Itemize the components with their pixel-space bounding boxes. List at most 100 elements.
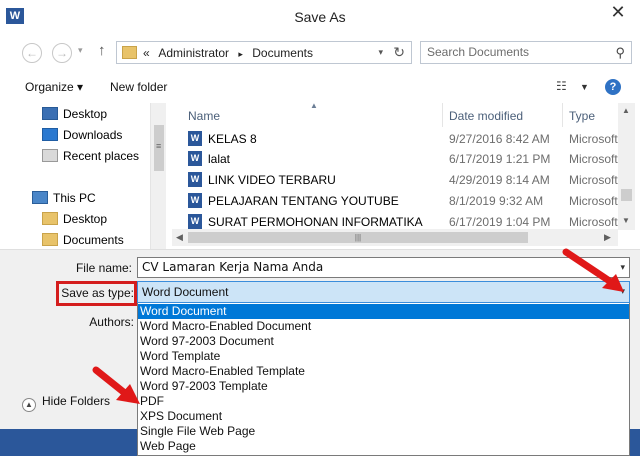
file-row[interactable]: W KELAS 8 9/27/2016 8:42 AM Microsoft: [172, 128, 618, 148]
file-date: 9/27/2016 8:42 AM: [449, 132, 550, 146]
type-option-word-macro-enabled-document[interactable]: Word Macro-Enabled Document: [138, 319, 629, 334]
file-list-vertical-scrollbar[interactable]: ▲ ▼: [618, 103, 635, 230]
column-header-name[interactable]: Name: [188, 103, 220, 127]
type-option-single-file-web-page[interactable]: Single File Web Page: [138, 424, 629, 439]
breadcrumb-administrator[interactable]: Administrator: [158, 46, 229, 60]
type-option-word-97-2003-document[interactable]: Word 97-2003 Document: [138, 334, 629, 349]
address-dropdown-icon[interactable]: ▾: [378, 47, 383, 58]
file-type: Microsoft: [569, 194, 618, 208]
recent-places-icon: [42, 149, 58, 162]
save-as-type-value: Word Document: [142, 285, 229, 299]
nav-item-label: Recent places: [63, 149, 140, 163]
column-divider[interactable]: [562, 103, 563, 127]
nav-pane-scrollbar[interactable]: ≡: [150, 103, 166, 249]
folder-icon: [42, 233, 58, 246]
red-arrow-icon: [92, 366, 140, 404]
type-option-word-template[interactable]: Word Template: [138, 349, 629, 364]
file-name-input[interactable]: [142, 260, 602, 274]
sort-ascending-icon: ▲: [310, 103, 318, 110]
file-date: 6/17/2019 1:04 PM: [449, 215, 551, 229]
taskbar-strip: [0, 429, 137, 456]
word-file-icon: W: [188, 131, 202, 146]
file-name: lalat: [208, 152, 231, 166]
nav-item-label: Documents: [63, 233, 124, 247]
column-header-type[interactable]: Type: [569, 103, 595, 127]
scroll-down-icon[interactable]: ▼: [622, 216, 630, 225]
nav-item-label: This PC: [53, 191, 96, 205]
nav-item-documents[interactable]: Documents: [42, 233, 124, 249]
chevron-up-icon: ▲: [22, 398, 36, 412]
view-options-dropdown[interactable]: ▼: [580, 82, 589, 92]
breadcrumb-separator[interactable]: ▸: [238, 49, 243, 59]
save-as-type-select[interactable]: Word Document ▾: [137, 281, 630, 303]
file-row[interactable]: W PELAJARAN TENTANG YOUTUBE 8/1/2019 9:3…: [172, 190, 618, 210]
folder-icon: [122, 46, 137, 59]
type-option-pdf[interactable]: PDF: [138, 394, 629, 409]
type-option-word-document[interactable]: Word Document: [138, 304, 629, 319]
scroll-right-icon[interactable]: ▶: [604, 232, 611, 243]
horizontal-scroll-thumb[interactable]: |||: [188, 232, 528, 243]
word-file-icon: W: [188, 193, 202, 208]
file-type: Microsoft: [569, 215, 618, 229]
file-type: Microsoft: [569, 152, 618, 166]
file-date: 6/17/2019 1:21 PM: [449, 152, 551, 166]
file-row[interactable]: W lalat 6/17/2019 1:21 PM Microsoft: [172, 148, 618, 168]
new-folder-button[interactable]: New folder: [110, 80, 167, 94]
close-button[interactable]: ✕: [600, 0, 636, 24]
breadcrumb-prefix[interactable]: «: [143, 46, 150, 60]
file-type: Microsoft: [569, 132, 618, 146]
scroll-left-icon[interactable]: ◀: [176, 232, 183, 243]
save-as-type-dropdown-list: Word Document Word Macro-Enabled Documen…: [137, 303, 630, 456]
up-folder-button[interactable]: ↑: [98, 42, 106, 59]
file-name-field[interactable]: ▾: [137, 257, 630, 278]
nav-item-pc-desktop[interactable]: Desktop: [42, 212, 107, 232]
nav-item-recent-places[interactable]: Recent places: [42, 149, 139, 169]
scroll-up-icon[interactable]: ▲: [622, 106, 630, 115]
column-header-date-modified[interactable]: Date modified: [449, 103, 523, 127]
file-list-horizontal-scrollbar[interactable]: ◀ ||| ▶: [172, 229, 618, 246]
red-arrow-icon: [562, 248, 624, 292]
nav-item-label: Downloads: [63, 128, 123, 142]
type-option-word-macro-enabled-template[interactable]: Word Macro-Enabled Template: [138, 364, 629, 379]
help-icon[interactable]: ?: [605, 79, 621, 95]
nav-scroll-thumb[interactable]: ≡: [154, 125, 164, 171]
downloads-icon: [42, 128, 58, 141]
nav-item-label: Desktop: [63, 107, 108, 121]
refresh-icon[interactable]: ↻: [393, 44, 405, 61]
organize-button[interactable]: Organize ▾: [25, 80, 83, 94]
address-bar[interactable]: « Administrator ▸ Documents ▾ ↻: [116, 41, 412, 64]
word-file-icon: W: [188, 151, 202, 166]
breadcrumb-documents[interactable]: Documents: [252, 46, 313, 60]
file-name-label: File name:: [75, 261, 132, 275]
type-option-xps-document[interactable]: XPS Document: [138, 409, 629, 424]
file-name: KELAS 8: [208, 132, 257, 146]
column-divider[interactable]: [442, 103, 443, 127]
recent-locations-dropdown[interactable]: ▾: [78, 45, 83, 56]
type-option-web-page[interactable]: Web Page: [138, 439, 629, 454]
file-row[interactable]: W LINK VIDEO TERBARU 4/29/2019 8:14 AM M…: [172, 169, 618, 189]
nav-item-downloads[interactable]: Downloads: [42, 128, 122, 148]
forward-button[interactable]: →: [52, 43, 72, 63]
search-icon[interactable]: ⚲: [615, 45, 625, 61]
vertical-scroll-thumb[interactable]: [621, 189, 632, 201]
back-button[interactable]: ←: [22, 43, 42, 63]
view-options-icon[interactable]: ☷: [556, 79, 567, 93]
folder-icon: [42, 212, 58, 225]
file-date: 8/1/2019 9:32 AM: [449, 194, 544, 208]
window-title: Save As: [294, 9, 346, 25]
search-input[interactable]: [427, 45, 602, 59]
file-row[interactable]: W SURAT PERMOHONAN INFORMATIKA 6/17/2019…: [172, 211, 618, 230]
address-row: ← → ▾ ↑ « Administrator ▸ Documents ▾ ↻ …: [0, 33, 640, 71]
taskbar-strip: [630, 429, 640, 456]
search-box[interactable]: ⚲: [420, 41, 632, 64]
breadcrumb: « Administrator ▸ Documents: [143, 46, 319, 60]
file-date: 4/29/2019 8:14 AM: [449, 173, 550, 187]
desktop-icon: [42, 107, 58, 120]
nav-item-this-pc[interactable]: This PC: [32, 191, 96, 211]
navigation-pane: Desktop Downloads Recent places This PC …: [14, 103, 166, 249]
file-name: SURAT PERMOHONAN INFORMATIKA: [208, 215, 423, 229]
nav-item-desktop[interactable]: Desktop: [42, 107, 107, 127]
authors-label: Authors:: [89, 315, 134, 329]
type-option-word-97-2003-template[interactable]: Word 97-2003 Template: [138, 379, 629, 394]
word-file-icon: W: [188, 172, 202, 187]
